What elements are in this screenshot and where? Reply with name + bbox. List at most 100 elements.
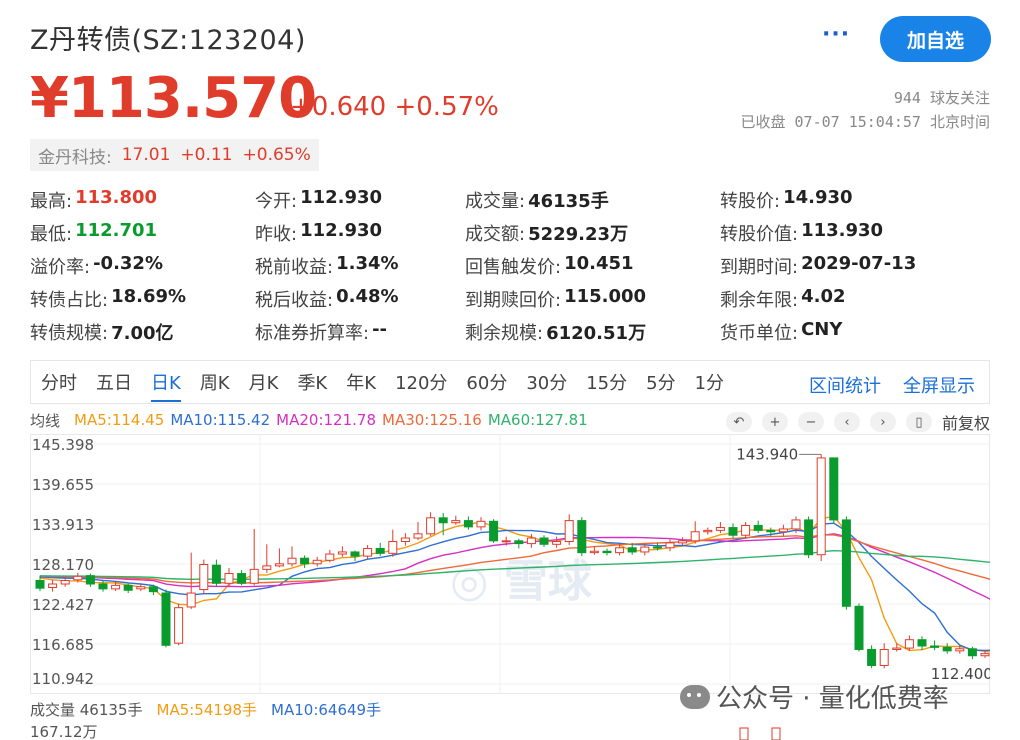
candle-body bbox=[602, 550, 612, 554]
candle-body bbox=[841, 519, 851, 607]
current-price: ¥113.570 bbox=[30, 66, 317, 131]
quote-value: 46135手 bbox=[528, 190, 609, 212]
candle-body bbox=[325, 553, 335, 561]
quote-row: 溢价率: -0.32% 税前收益: 1.34% 回售触发价: 10.451 到期时间: 202… bbox=[30, 249, 990, 282]
candle-body bbox=[337, 551, 347, 555]
right-icon[interactable]: › bbox=[869, 412, 896, 432]
quote-label: 今开: bbox=[255, 190, 298, 212]
tab-11[interactable]: 5分 bbox=[646, 360, 675, 404]
candle-body bbox=[867, 648, 877, 666]
underlying-name: 金丹科技: bbox=[38, 147, 112, 168]
max-price-label: 143.940 bbox=[736, 445, 798, 463]
quote-row: 转债规模: 7.00亿 标准券折算率: -- 剩余规模: 6120.51万 货币单位: CNY bbox=[30, 315, 990, 348]
tab-9[interactable]: 30分 bbox=[526, 360, 567, 404]
left-icon[interactable]: ‹ bbox=[833, 412, 860, 432]
tab-6[interactable]: 年K bbox=[346, 360, 376, 404]
tab-12[interactable]: 1分 bbox=[695, 360, 724, 404]
wechat-text: 公众号 · 量化低费率 bbox=[716, 684, 949, 714]
undo-icon[interactable]: ↶ bbox=[725, 412, 752, 432]
ma-legend-item: MA10:115.42 bbox=[170, 411, 271, 429]
candle-body bbox=[375, 547, 385, 554]
candle-body bbox=[892, 647, 902, 650]
candle-body bbox=[300, 557, 310, 565]
quote-value: -0.32% bbox=[93, 252, 163, 274]
volume-chart bbox=[739, 727, 781, 740]
quote-label: 转债占比: bbox=[30, 289, 109, 311]
tab-3[interactable]: 周K bbox=[200, 360, 230, 404]
quote-label: 标准券折算率: bbox=[255, 322, 370, 344]
quote-row: 转债占比: 18.69% 税后收益: 0.48% 到期赎回价: 115.000 剩余年限: 4… bbox=[30, 282, 990, 315]
quote-cell: 货币单位: CNY bbox=[720, 319, 990, 345]
quote-label: 剩余规模: bbox=[465, 322, 544, 344]
candle-body bbox=[237, 573, 247, 584]
candle-body bbox=[262, 565, 272, 570]
candle-body bbox=[942, 646, 952, 652]
candle-body bbox=[980, 653, 990, 657]
candle-body bbox=[640, 546, 650, 553]
period-tabs: 分时 五日 日K 周K 月K 季K 年K 120分 60分 30分 15分 5分 1分 区间统计 全屏显示 bbox=[30, 360, 990, 404]
volume-axis-label: 167.12万 bbox=[30, 723, 98, 740]
quote-grid: 最高: 113.800 今开: 112.930 成交量: 46135手 转股价: 14.930… bbox=[30, 183, 990, 348]
candle-body bbox=[136, 586, 146, 590]
fullscreen-link[interactable]: 全屏显示 bbox=[903, 372, 975, 398]
change-value: +0.640 bbox=[290, 92, 387, 122]
quote-label: 货币单位: bbox=[720, 322, 799, 344]
quote-value: 5229.23万 bbox=[528, 223, 629, 245]
candle-body bbox=[388, 541, 398, 554]
ma-legend-label: 均线 bbox=[30, 411, 61, 430]
y-tick-label: 145.398 bbox=[32, 436, 94, 454]
quote-cell: 最低: 112.701 bbox=[30, 220, 255, 246]
volume-ma5: MA5:54198手 bbox=[156, 700, 258, 719]
tab-8[interactable]: 60分 bbox=[466, 360, 507, 404]
tab-2[interactable]: 日K bbox=[151, 360, 181, 404]
candle-icon[interactable]: ▯ bbox=[905, 412, 932, 432]
minus-icon[interactable]: − bbox=[797, 412, 824, 432]
candle-body bbox=[211, 564, 221, 584]
candle-body bbox=[199, 563, 209, 591]
y-tick-label: 139.655 bbox=[32, 476, 94, 494]
quote-label: 回售触发价: bbox=[465, 256, 562, 278]
candle-body bbox=[48, 583, 58, 588]
quote-cell: 成交额: 5229.23万 bbox=[465, 220, 720, 246]
candle-body bbox=[741, 524, 751, 536]
kline-chart[interactable]: 145.398 139.655 133.913 128.170 122.427 116.6… bbox=[30, 434, 990, 694]
more-icon[interactable]: ··· bbox=[822, 22, 850, 47]
candle-body bbox=[73, 575, 83, 581]
candle-body bbox=[690, 531, 700, 542]
candle-body bbox=[665, 542, 675, 549]
tab-7[interactable]: 120分 bbox=[395, 360, 447, 404]
quote-cell: 税前收益: 1.34% bbox=[255, 253, 465, 279]
quote-value: 10.451 bbox=[564, 252, 634, 274]
candle-body bbox=[85, 575, 95, 585]
underlying-stock[interactable]: 金丹科技: 17.01 +0.11 +0.65% bbox=[30, 139, 319, 171]
tab-0[interactable]: 分时 bbox=[41, 360, 77, 404]
quote-row: 最高: 113.800 今开: 112.930 成交量: 46135手 转股价: 14.930 bbox=[30, 183, 990, 216]
tab-4[interactable]: 月K bbox=[249, 360, 279, 404]
underlying-price: 17.01 bbox=[121, 145, 171, 165]
quote-label: 税前收益: bbox=[255, 256, 334, 278]
followers-count[interactable]: 944 球友关注 bbox=[894, 87, 990, 108]
plus-icon[interactable]: + bbox=[761, 412, 788, 432]
quote-value: 0.48% bbox=[336, 285, 399, 307]
candle-body bbox=[35, 580, 45, 589]
tab-10[interactable]: 15分 bbox=[586, 360, 627, 404]
add-watchlist-button[interactable]: 加自选 bbox=[880, 16, 991, 62]
quote-value: 113.800 bbox=[75, 186, 158, 208]
adjust-select[interactable]: 前复权 bbox=[942, 410, 990, 434]
candle-body bbox=[766, 529, 776, 533]
candle-body bbox=[463, 520, 473, 528]
volume-label: 成交量 46135手 bbox=[30, 700, 143, 719]
underlying-change-pct: +0.65% bbox=[242, 145, 311, 165]
y-tick-label: 133.913 bbox=[32, 516, 94, 534]
quote-label: 溢价率: bbox=[30, 256, 91, 278]
quote-value: 112.930 bbox=[300, 186, 383, 208]
wechat-icon bbox=[680, 684, 710, 709]
candle-body bbox=[438, 517, 448, 524]
tab-1[interactable]: 五日 bbox=[96, 360, 132, 404]
quote-label: 转股价: bbox=[720, 190, 781, 212]
y-tick-label: 128.170 bbox=[32, 556, 94, 574]
market-status: 已收盘 07-07 15:04:57 北京时间 bbox=[740, 113, 991, 131]
tab-5[interactable]: 季K bbox=[297, 360, 327, 404]
y-tick-label: 116.685 bbox=[32, 636, 94, 654]
range-stats-link[interactable]: 区间统计 bbox=[809, 372, 881, 398]
